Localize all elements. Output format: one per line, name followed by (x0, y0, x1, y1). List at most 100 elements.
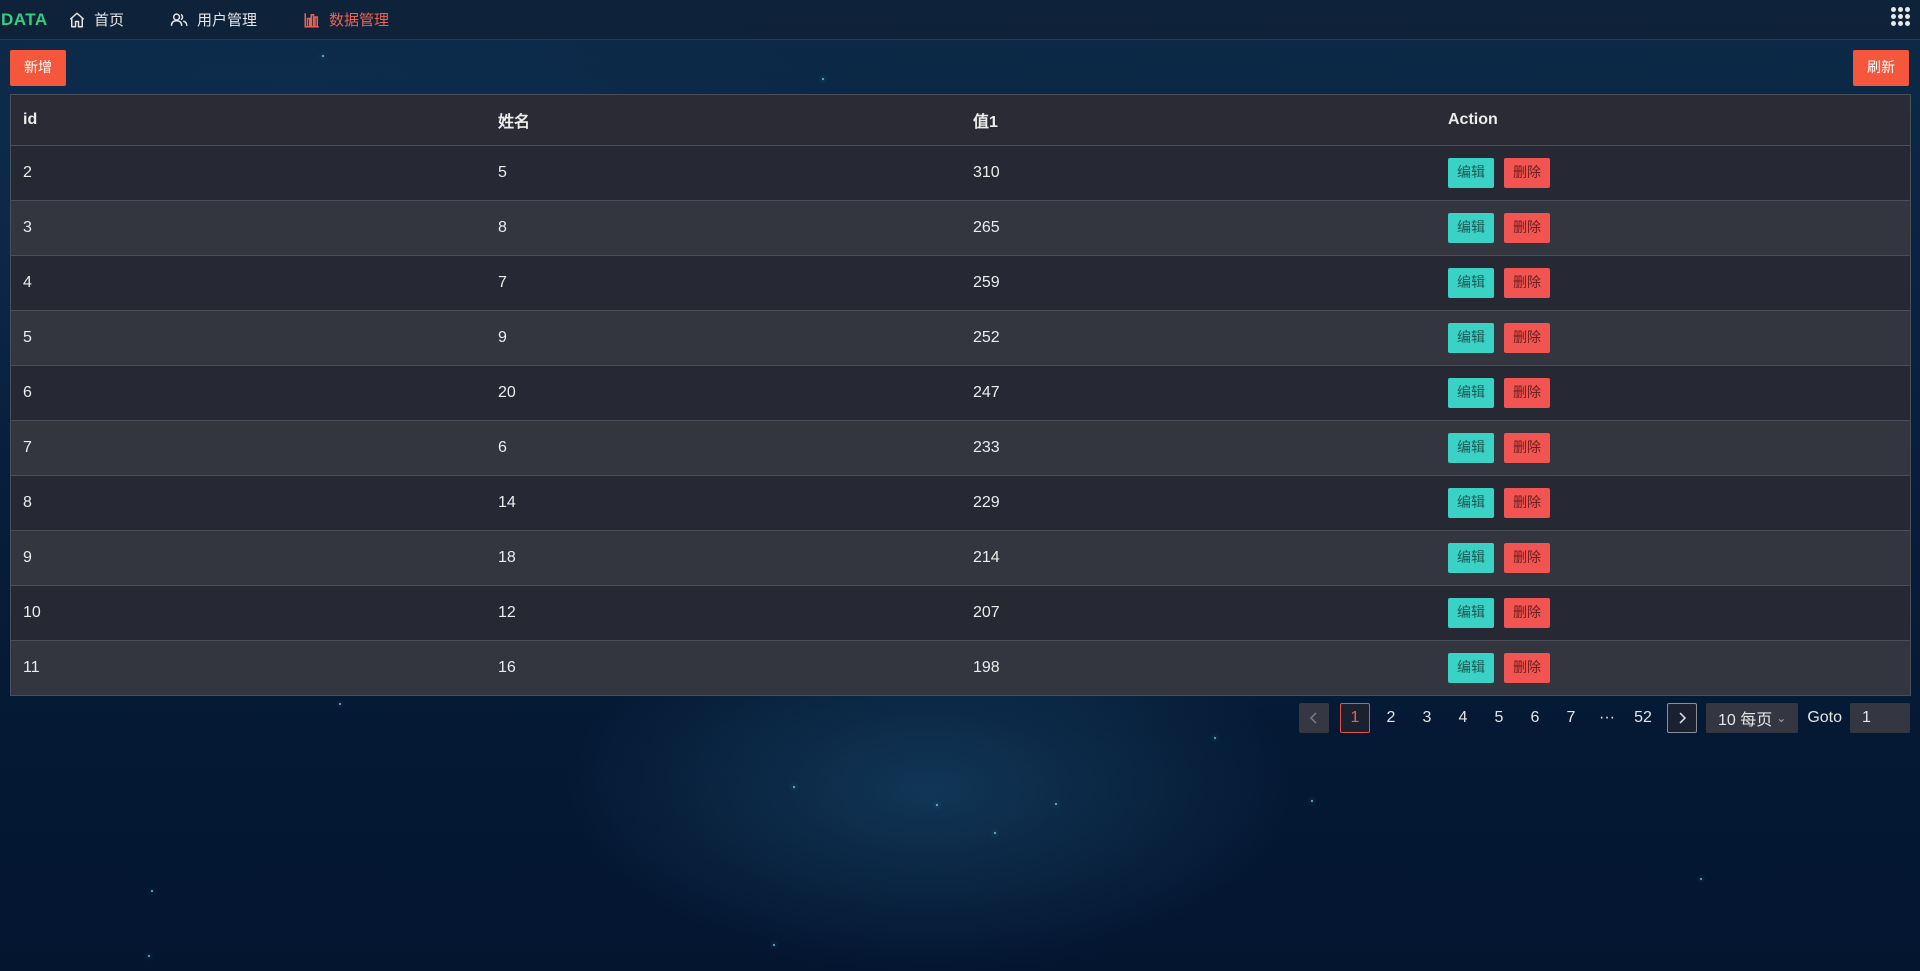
next-page-button[interactable] (1667, 703, 1697, 733)
cell-action: 编辑 删除 (1436, 475, 1910, 530)
page-number-button[interactable]: 7 (1556, 703, 1586, 733)
brand-logo[interactable]: DATA (1, 10, 48, 30)
delete-button[interactable]: 删除 (1504, 652, 1550, 683)
delete-button[interactable]: 删除 (1504, 432, 1550, 463)
table-row: 3 8 265 编辑 删除 (11, 200, 1910, 255)
column-header-id: id (23, 110, 38, 128)
edit-button[interactable]: 编辑 (1448, 597, 1494, 628)
nav-item-data[interactable]: 数据管理 (303, 9, 389, 30)
cell-value: 310 (973, 163, 1000, 181)
edit-button[interactable]: 编辑 (1448, 487, 1494, 518)
cell-value: 214 (973, 548, 1000, 566)
edit-button[interactable]: 编辑 (1448, 322, 1494, 353)
edit-button[interactable]: 编辑 (1448, 432, 1494, 463)
table-row: 8 14 229 编辑 删除 (11, 475, 1910, 530)
cell-action: 编辑 删除 (1436, 200, 1910, 255)
nav-item-home[interactable]: 首页 (68, 9, 124, 30)
delete-button[interactable]: 删除 (1504, 487, 1550, 518)
cell-value: 229 (973, 493, 1000, 511)
cell-id: 11 (23, 658, 40, 676)
cell-value: 265 (973, 218, 1000, 236)
delete-button[interactable]: 删除 (1504, 542, 1550, 573)
page-number-button[interactable]: 3 (1412, 703, 1442, 733)
cell-value: 252 (973, 328, 1000, 346)
refresh-button[interactable]: 刷新 (1853, 50, 1909, 86)
cell-value: 259 (973, 273, 1000, 291)
cell-id: 7 (23, 438, 32, 456)
add-button[interactable]: 新增 (10, 50, 66, 86)
nav-item-data-label: 数据管理 (329, 11, 390, 29)
page-number-button[interactable]: 1 (1340, 703, 1370, 733)
edit-button[interactable]: 编辑 (1448, 157, 1494, 188)
table-row: 11 16 198 编辑 删除 (11, 640, 1910, 695)
cell-name: 9 (498, 328, 507, 346)
page-ellipsis: ··· (1599, 709, 1615, 726)
cell-name: 12 (498, 603, 516, 621)
home-icon (69, 12, 85, 27)
edit-button[interactable]: 编辑 (1448, 377, 1494, 408)
chevron-right-icon (1679, 712, 1687, 724)
page-number-button[interactable]: 6 (1520, 703, 1550, 733)
cell-action: 编辑 删除 (1436, 365, 1910, 420)
cell-id: 2 (23, 163, 32, 181)
users-icon (170, 12, 188, 26)
delete-button[interactable]: 删除 (1504, 267, 1550, 298)
table-row: 2 5 310 编辑 删除 (11, 145, 1910, 200)
cell-action: 编辑 删除 (1436, 255, 1910, 310)
cell-id: 5 (23, 328, 32, 346)
bar-chart-icon (304, 12, 319, 27)
edit-button[interactable]: 编辑 (1448, 212, 1494, 243)
nav-item-home-label: 首页 (94, 11, 125, 29)
page-number-button[interactable]: 4 (1448, 703, 1478, 733)
delete-button[interactable]: 删除 (1504, 377, 1550, 408)
edit-button[interactable]: 编辑 (1448, 267, 1494, 298)
delete-button[interactable]: 删除 (1504, 212, 1550, 243)
cell-name: 16 (498, 658, 516, 676)
cell-name: 14 (498, 493, 516, 511)
cell-id: 4 (23, 273, 32, 291)
column-header-name: 姓名 (498, 113, 531, 131)
table-row: 6 20 247 编辑 删除 (11, 365, 1910, 420)
cell-value: 207 (973, 603, 1000, 621)
cell-action: 编辑 删除 (1436, 530, 1910, 585)
table-row: 5 9 252 编辑 删除 (11, 310, 1910, 365)
table-row: 9 18 214 编辑 删除 (11, 530, 1910, 585)
cell-id: 3 (23, 218, 32, 236)
delete-button[interactable]: 删除 (1504, 597, 1550, 628)
cell-id: 6 (23, 383, 32, 401)
top-navbar: DATA 首页 用户管理 数据管理 (0, 0, 1920, 40)
cell-action: 编辑 删除 (1436, 145, 1910, 200)
delete-button[interactable]: 删除 (1504, 322, 1550, 353)
cell-name: 6 (498, 438, 507, 456)
pagination: 1 2 3 4 5 6 7 ··· 52 10 每页 ⌄ Goto (1299, 703, 1910, 733)
cell-name: 20 (498, 383, 516, 401)
goto-page-input[interactable] (1850, 703, 1910, 733)
cell-action: 编辑 删除 (1436, 310, 1910, 365)
edit-button[interactable]: 编辑 (1448, 652, 1494, 683)
page-number-button[interactable]: 52 (1628, 703, 1658, 733)
cell-value: 198 (973, 658, 1000, 676)
delete-button[interactable]: 删除 (1504, 157, 1550, 188)
cell-id: 9 (23, 548, 32, 566)
cell-value: 247 (973, 383, 1000, 401)
page-list: 1 2 3 4 5 6 7 ··· 52 (1337, 703, 1661, 733)
cell-id: 10 (23, 603, 41, 621)
page-size-label: 10 每页 (1718, 712, 1773, 729)
cell-name: 5 (498, 163, 507, 181)
edit-button[interactable]: 编辑 (1448, 542, 1494, 573)
page-number-button[interactable]: 5 (1484, 703, 1514, 733)
chevron-down-icon: ⌄ (1776, 711, 1787, 725)
column-header-value: 值1 (973, 113, 998, 131)
nav-item-users-label: 用户管理 (197, 11, 258, 29)
cell-id: 8 (23, 493, 32, 511)
page-number-button[interactable]: 2 (1376, 703, 1406, 733)
cell-value: 233 (973, 438, 1000, 456)
nav-item-users[interactable]: 用户管理 (170, 9, 257, 30)
cell-action: 编辑 删除 (1436, 420, 1910, 475)
prev-page-button[interactable] (1299, 703, 1329, 733)
table-row: 7 6 233 编辑 删除 (11, 420, 1910, 475)
page-size-select[interactable]: 10 每页 ⌄ (1706, 703, 1799, 733)
table-header-row: id 姓名 值1 Action (11, 95, 1910, 145)
apps-grid-icon[interactable] (1891, 7, 1911, 27)
cell-name: 7 (498, 273, 507, 291)
